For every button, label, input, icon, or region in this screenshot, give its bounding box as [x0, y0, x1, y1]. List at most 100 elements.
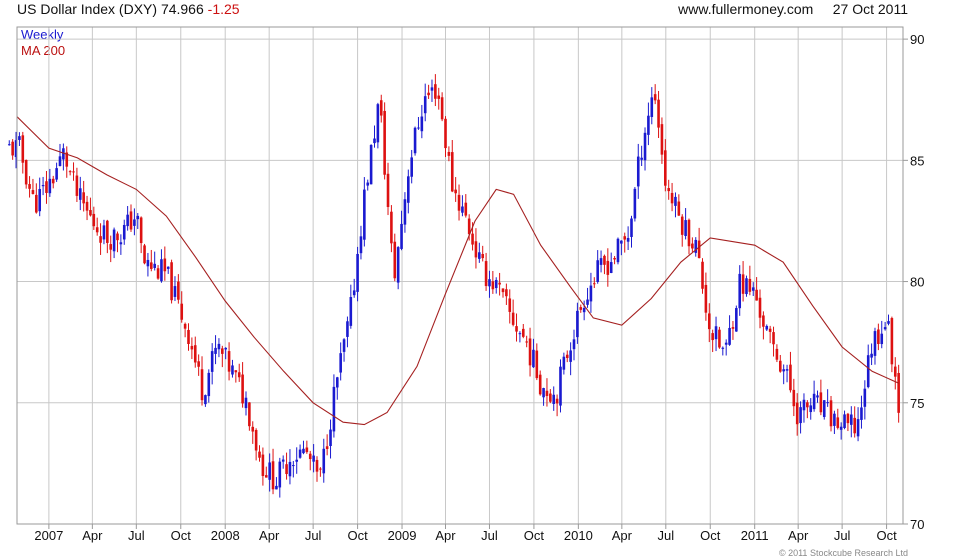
bar-body — [853, 417, 856, 434]
bar-body — [106, 220, 109, 243]
bar-body — [474, 241, 478, 258]
bar-body — [711, 333, 714, 341]
bar-body — [697, 240, 701, 259]
bar-body — [332, 386, 336, 432]
bar-body — [85, 201, 89, 211]
bar-body — [593, 283, 596, 285]
bar-body — [839, 426, 843, 430]
y-tick-label: 70 — [910, 517, 924, 532]
x-tick-label: Oct — [171, 528, 192, 543]
bar-body — [873, 331, 877, 356]
bar-body — [369, 145, 373, 185]
bar-body — [302, 448, 305, 454]
bar-body — [802, 399, 806, 411]
bar-body — [180, 303, 184, 320]
bar-body — [170, 262, 173, 301]
bar-body — [488, 279, 491, 287]
bar-body — [366, 182, 370, 186]
y-tick-label: 75 — [910, 396, 924, 411]
bar-body — [82, 192, 85, 204]
bar-body — [7, 144, 11, 146]
bar-body — [606, 260, 610, 275]
x-tick-label: Apr — [435, 528, 456, 543]
bar-body — [163, 258, 167, 272]
bar-body — [177, 281, 180, 300]
bar-body — [826, 402, 829, 404]
bar-body — [545, 390, 549, 396]
bar-body — [799, 407, 802, 424]
bar-body — [430, 87, 434, 91]
bar-body — [538, 374, 542, 395]
bar-body — [653, 94, 657, 101]
bar-body — [271, 461, 275, 490]
bar-body — [437, 95, 441, 99]
bar-body — [224, 347, 227, 350]
bar-body — [880, 333, 884, 345]
bar-body — [251, 426, 255, 432]
bar-body — [511, 312, 515, 325]
bar-body — [735, 308, 738, 332]
bar-body — [846, 413, 850, 424]
bar-body — [434, 84, 437, 99]
bar-body — [298, 449, 302, 458]
bar-body — [677, 201, 681, 216]
bar-body — [112, 229, 116, 252]
bar-body — [403, 199, 407, 225]
bar-body — [21, 135, 25, 163]
bar-body — [51, 178, 55, 184]
bar-body — [166, 266, 170, 269]
bar-body — [870, 353, 873, 358]
bar-body — [691, 243, 694, 249]
bar-body — [596, 260, 599, 282]
bar-body — [339, 353, 342, 373]
bar-body — [315, 459, 319, 472]
bar-body — [701, 261, 704, 289]
bar-body — [603, 255, 606, 265]
bar-body — [816, 395, 819, 398]
bar-body — [18, 136, 21, 140]
bar-body — [146, 259, 150, 267]
bar-body — [349, 297, 353, 326]
ma-200-line — [16, 116, 900, 426]
bar-body — [319, 468, 322, 470]
bar-body — [285, 464, 288, 475]
bar-body — [119, 242, 123, 245]
bar-body — [248, 402, 251, 427]
bar-body — [386, 173, 390, 207]
bar-body — [525, 341, 528, 343]
bar-body — [275, 485, 278, 490]
bar-body — [589, 285, 593, 302]
x-tick-label: Apr — [82, 528, 103, 543]
bar-body — [518, 333, 522, 335]
x-tick-label: Apr — [612, 528, 633, 543]
bar-body — [494, 279, 498, 289]
bar-body — [572, 339, 576, 350]
bar-body — [565, 354, 569, 359]
bar-body — [376, 104, 380, 143]
bar-body — [268, 462, 271, 480]
x-tick-label: Jul — [834, 528, 851, 543]
bar-body — [579, 307, 583, 310]
bar-body — [897, 372, 900, 413]
bar-body — [379, 100, 383, 116]
bar-body — [78, 188, 82, 200]
bar-body — [643, 132, 647, 161]
bar-body — [809, 405, 813, 413]
bar-body — [647, 115, 650, 135]
bar-body — [210, 351, 214, 372]
weekly-bars — [7, 74, 900, 498]
bar-body — [660, 124, 664, 155]
bar-body — [278, 461, 282, 488]
bar-body — [478, 252, 481, 259]
bar-body — [139, 217, 143, 244]
bar-body — [887, 321, 890, 324]
bar-body — [447, 151, 451, 156]
bar-body — [738, 273, 742, 309]
bar-body — [102, 225, 106, 240]
bar-body — [755, 289, 758, 301]
bar-body — [822, 400, 826, 417]
bar-body — [636, 156, 640, 187]
bar-body — [461, 206, 464, 213]
bar-body — [38, 188, 42, 212]
bar-body — [329, 429, 332, 447]
